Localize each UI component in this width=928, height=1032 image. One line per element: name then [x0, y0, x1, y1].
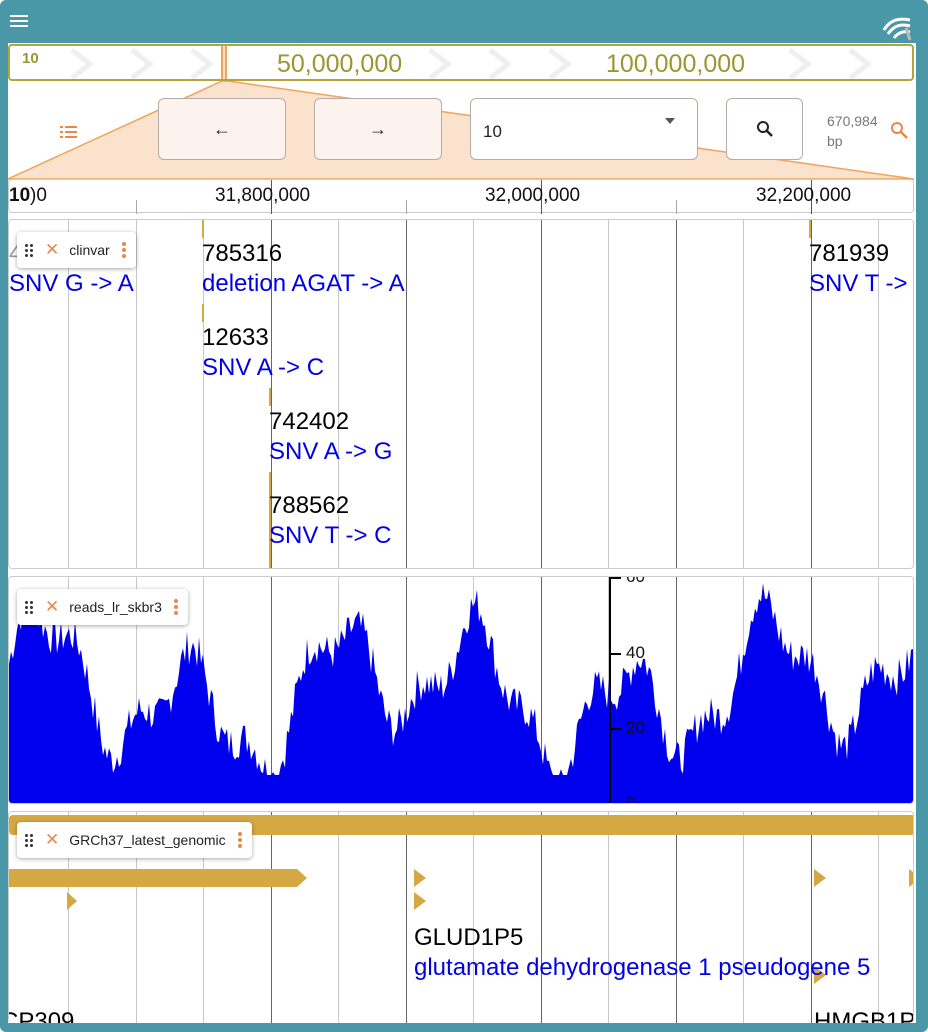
region-size-unit: bp	[827, 133, 843, 149]
track-menu-icon[interactable]	[173, 599, 178, 615]
variant-id: 742402	[269, 408, 350, 435]
chevron-down-icon	[665, 118, 675, 124]
track-menu-icon[interactable]	[237, 832, 242, 848]
gene-annotation-track[interactable]: GLUD1P5 glutamate dehydrogenase 1 pseudo…	[8, 811, 914, 1023]
ruler-tick: 31,800,000	[215, 185, 311, 206]
gene-description[interactable]: glutamate dehydrogenase 1 pseudogene 5	[414, 954, 870, 982]
drag-handle-icon[interactable]	[25, 243, 35, 257]
app-frame: 10 50,000,000 100,000,000 ← → 10 670,984…	[0, 0, 928, 1032]
pan-left-button[interactable]: ←	[158, 98, 286, 160]
gene-name: CP309	[8, 1008, 75, 1023]
variant-id: 12633	[202, 324, 269, 351]
app-logo-icon	[882, 17, 912, 41]
overview-tick: 50,000,000	[277, 50, 403, 78]
ruler-tick-partial: )0	[30, 185, 47, 206]
reads-coverage-track[interactable]: 60 40 20 0 ✕ reads_lr_skbr3	[8, 576, 914, 804]
chromosome-label: 10	[22, 50, 39, 67]
ruler-tick: 32,200,000	[756, 185, 852, 206]
track-name: clinvar	[69, 242, 110, 258]
variant-description[interactable]: SNV A -> C	[202, 354, 324, 382]
location-select[interactable]: 10	[470, 98, 698, 160]
gene-name: HMGB1P	[814, 1008, 914, 1023]
menu-icon[interactable]	[10, 15, 28, 29]
arrow-right-icon: →	[369, 118, 387, 139]
y-axis-tick: 60	[626, 576, 645, 586]
drag-handle-icon[interactable]	[25, 600, 35, 614]
gene-name: GLUD1P5	[414, 924, 524, 951]
variant-description[interactable]: SNV A -> G	[269, 438, 392, 466]
clinvar-track[interactable]: 488887 SNV G -> A 785316 deletion AGAT -…	[8, 219, 914, 569]
variant-description[interactable]: SNV T ->	[809, 270, 907, 298]
close-track-icon[interactable]: ✕	[45, 240, 59, 260]
overview-region-marker[interactable]	[221, 46, 227, 79]
region-size-readout: 670,984 bp	[827, 111, 878, 151]
y-axis-tick: 20	[626, 718, 645, 737]
close-track-icon[interactable]: ✕	[45, 830, 59, 850]
track-menu-icon[interactable]	[121, 242, 126, 258]
y-axis-line	[609, 577, 611, 803]
ruler-chrom-label: 10	[9, 185, 31, 206]
ruler-tick: 32,000,000	[485, 185, 581, 206]
search-icon	[756, 121, 773, 137]
variant-id: 785316	[202, 240, 283, 267]
y-axis-tick: 40	[626, 643, 645, 662]
variant-description[interactable]: SNV T -> C	[269, 522, 391, 550]
region-size-value: 670,984	[827, 113, 878, 129]
variant-id: 788562	[269, 492, 350, 519]
track-label-genes: ✕ GRCh37_latest_genomic	[17, 822, 252, 858]
pan-right-button[interactable]: →	[314, 98, 442, 160]
genome-browser: 10 50,000,000 100,000,000 ← → 10 670,984…	[8, 43, 916, 1023]
overview-tick: 100,000,000	[606, 50, 746, 78]
overview-chevrons	[70, 48, 873, 79]
track-label-clinvar: ✕ clinvar	[17, 232, 136, 268]
coordinate-ruler[interactable]: 10 )0 31,800,000 32,000,000 32,200,000	[8, 179, 914, 214]
zoom-search-icon[interactable]	[890, 121, 910, 141]
location-value: 10	[483, 122, 502, 141]
chromosome-overview[interactable]: 10 50,000,000 100,000,000	[8, 44, 914, 81]
arrow-left-icon: ←	[213, 118, 231, 139]
track-name: GRCh37_latest_genomic	[69, 832, 226, 848]
variant-description[interactable]: deletion AGAT -> A	[202, 270, 405, 298]
drag-handle-icon[interactable]	[25, 833, 35, 847]
variant-id: 781939	[809, 240, 890, 267]
track-list-icon[interactable]	[60, 125, 78, 141]
track-label-reads: ✕ reads_lr_skbr3	[17, 589, 188, 625]
variant-description[interactable]: SNV G -> A	[9, 270, 134, 298]
track-name: reads_lr_skbr3	[69, 599, 162, 615]
close-track-icon[interactable]: ✕	[45, 597, 59, 617]
search-button[interactable]	[726, 98, 803, 160]
gene-glyphs	[9, 869, 913, 910]
y-axis-tick: 0	[626, 793, 636, 804]
